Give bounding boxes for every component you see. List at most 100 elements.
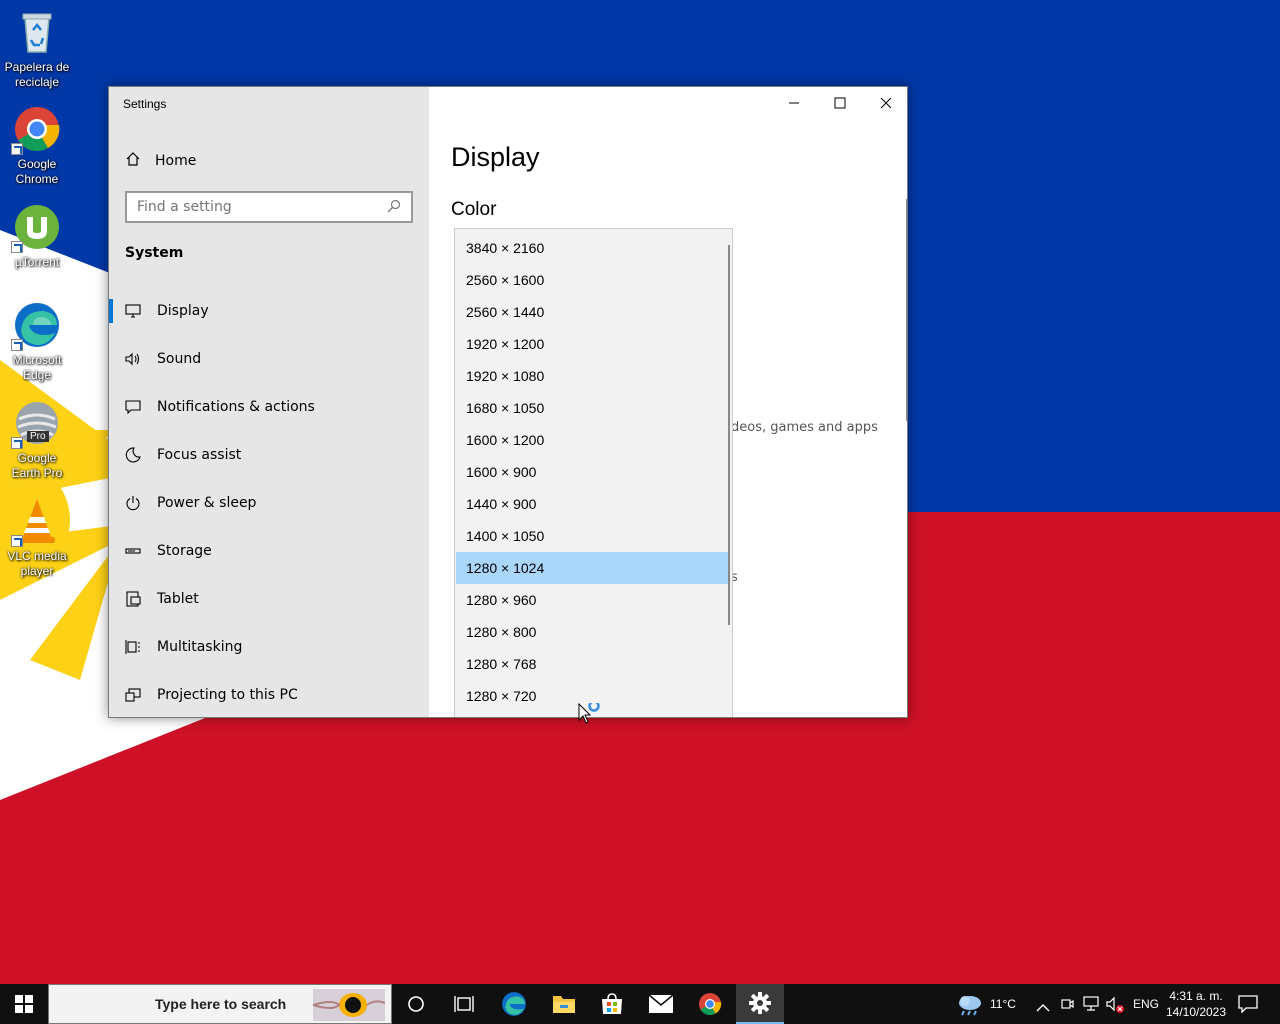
desktop-icon-label: Microsoft Edge xyxy=(12,353,62,382)
nav-item-display[interactable]: Display xyxy=(109,289,429,333)
taskbar-chrome[interactable] xyxy=(686,984,734,1024)
volume-muted-icon[interactable] xyxy=(1106,996,1126,1018)
resolution-option[interactable]: 1680 × 1050 xyxy=(456,392,730,424)
nav-home-label: Home xyxy=(155,153,197,169)
tablet-icon xyxy=(125,591,141,607)
monitor-icon xyxy=(125,303,141,319)
desktop-icon-label: Papelera de reciclaje xyxy=(4,60,70,89)
nav-item-multitasking[interactable]: Multitasking xyxy=(109,625,429,669)
nav-item-label: Notifications & actions xyxy=(157,399,315,415)
taskbar-microsoft-store[interactable] xyxy=(588,984,636,1024)
home-icon xyxy=(125,151,141,171)
taskbar-search-placeholder: Type here to search xyxy=(155,996,287,1012)
edge-icon xyxy=(11,301,61,351)
chrome-icon xyxy=(11,105,61,155)
desktop-icon-chrome[interactable]: Google Chrome xyxy=(2,105,72,187)
nav-home[interactable]: Home xyxy=(125,150,196,172)
input-language[interactable]: ENG xyxy=(1133,997,1159,1011)
resolution-option[interactable]: 3840 × 2160 xyxy=(456,232,730,264)
nav-item-notifications[interactable]: Notifications & actions xyxy=(109,385,429,429)
taskbar-edge[interactable] xyxy=(490,984,538,1024)
shortcut-arrow-icon xyxy=(11,437,23,449)
nav-item-tablet[interactable]: Tablet xyxy=(109,577,429,621)
resolution-option[interactable]: 2560 × 1440 xyxy=(456,296,730,328)
multitasking-icon xyxy=(125,639,141,655)
resolution-option[interactable]: 1920 × 1080 xyxy=(456,360,730,392)
maximize-icon xyxy=(834,97,846,109)
close-button[interactable] xyxy=(863,87,907,119)
resolution-option[interactable]: 2560 × 1600 xyxy=(456,264,730,296)
minimize-icon xyxy=(789,102,799,104)
nav-item-sound[interactable]: Sound xyxy=(109,337,429,381)
weather-icon[interactable] xyxy=(956,992,984,1020)
start-button[interactable] xyxy=(0,984,48,1024)
shortcut-arrow-icon xyxy=(11,241,23,253)
desktop-icon-recycle-bin[interactable]: Papelera de reciclaje xyxy=(2,8,72,90)
resolution-option[interactable]: 1600 × 1200 xyxy=(456,424,730,456)
taskbar-clock[interactable]: 4:31 a. m. 14/10/2023 xyxy=(1160,988,1232,1020)
search-highlight-image-icon xyxy=(313,989,385,1021)
resolution-option[interactable]: 1400 × 1050 xyxy=(456,520,730,552)
network-icon[interactable] xyxy=(1082,996,1100,1016)
message-icon xyxy=(125,399,141,415)
desktop-icon-vlc[interactable]: VLC media player xyxy=(2,497,72,579)
page-title: Display xyxy=(451,142,540,172)
nav-item-label: Tablet xyxy=(157,591,199,607)
pro-badge: Pro xyxy=(27,431,49,442)
settings-window: Settings Home System Display Sound Notif… xyxy=(108,86,908,718)
edge-icon xyxy=(502,992,526,1016)
resolution-option[interactable]: 1920 × 1200 xyxy=(456,328,730,360)
resolution-option[interactable]: 1600 × 900 xyxy=(456,456,730,488)
meet-now-icon[interactable] xyxy=(1060,996,1074,1016)
task-view-button[interactable] xyxy=(440,984,488,1024)
chevron-up-icon[interactable] xyxy=(1036,998,1050,1017)
weather-temperature[interactable]: 11°C xyxy=(990,997,1016,1011)
taskbar-mail[interactable] xyxy=(637,984,685,1024)
taskbar: Type here to search 11°C ENG 4:31 a. m. … xyxy=(0,984,1280,1024)
resolution-option[interactable]: 1280 × 960 xyxy=(456,584,730,616)
window-title: Settings xyxy=(123,97,167,111)
minimize-button[interactable] xyxy=(771,87,817,119)
content-scrollbar[interactable] xyxy=(906,199,907,421)
maximize-button[interactable] xyxy=(817,87,863,119)
section-title-color: Color xyxy=(451,199,497,220)
settings-search-input[interactable] xyxy=(137,199,387,215)
desktop-icon-label: Google Chrome xyxy=(15,157,59,186)
desktop-icon-label: Google Earth Pro xyxy=(11,451,63,480)
nav-item-label: Storage xyxy=(157,543,212,559)
nav-item-label: Focus assist xyxy=(157,447,242,463)
desktop-icon-label: µTorrent xyxy=(14,255,60,269)
desktop-icon-edge[interactable]: Microsoft Edge xyxy=(2,301,72,383)
resolution-option[interactable]: 1280 × 800 xyxy=(456,616,730,648)
nav-item-label: Power & sleep xyxy=(157,495,257,511)
moon-icon xyxy=(125,447,141,463)
nav-item-storage[interactable]: Storage xyxy=(109,529,429,573)
close-icon xyxy=(880,97,892,109)
desktop-icon-google-earth[interactable]: Pro Google Earth Pro xyxy=(2,399,72,481)
taskbar-file-explorer[interactable] xyxy=(540,984,588,1024)
taskbar-search-box[interactable]: Type here to search xyxy=(48,984,392,1024)
shortcut-arrow-icon xyxy=(11,143,23,155)
resolution-option[interactable]: 1440 × 900 xyxy=(456,488,730,520)
google-earth-icon: Pro xyxy=(11,399,61,449)
nav-item-projecting[interactable]: Projecting to this PC xyxy=(109,673,429,717)
nav-item-power-sleep[interactable]: Power & sleep xyxy=(109,481,429,525)
gear-icon xyxy=(749,992,771,1014)
nav-item-focus-assist[interactable]: Focus assist xyxy=(109,433,429,477)
resolution-option[interactable]: 1280 × 768 xyxy=(456,648,730,680)
cortana-button[interactable] xyxy=(392,984,440,1024)
storage-icon xyxy=(125,543,141,559)
clock-date: 14/10/2023 xyxy=(1165,1005,1227,1019)
desktop-icon-utorrent[interactable]: µTorrent xyxy=(2,203,72,270)
notification-center-icon[interactable] xyxy=(1238,995,1258,1017)
recycle-bin-icon xyxy=(13,8,61,56)
resolution-option-selected[interactable]: 1280 × 1024 xyxy=(456,552,730,584)
mouse-cursor-busy-icon xyxy=(578,700,604,731)
settings-search-box[interactable] xyxy=(125,191,413,223)
speaker-icon xyxy=(125,351,141,367)
folder-icon xyxy=(553,996,575,1013)
taskbar-settings[interactable] xyxy=(736,984,784,1024)
dropdown-scrollbar[interactable] xyxy=(728,245,730,625)
nav-section-system: System xyxy=(125,245,184,261)
window-controls xyxy=(771,87,907,119)
